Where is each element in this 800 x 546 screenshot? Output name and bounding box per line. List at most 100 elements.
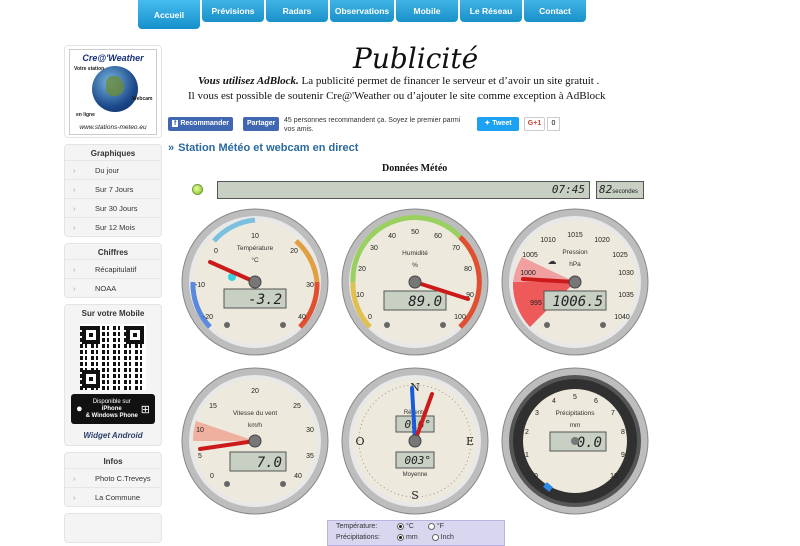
- logo-title: Cre@'Weather: [82, 53, 144, 63]
- radio-inch[interactable]: [431, 533, 439, 541]
- tweet-button[interactable]: ✦ Tweet: [477, 117, 519, 131]
- seconds-unit: secondes: [612, 189, 638, 195]
- store-line4: Windows Phone: [91, 412, 138, 419]
- press-tick: 1010: [540, 237, 556, 244]
- press-tick: 1025: [612, 252, 628, 259]
- sidebar-item-photo[interactable]: Photo C.Treveys: [65, 468, 161, 488]
- wind-tick: 0: [210, 473, 214, 480]
- compass-e: E: [466, 435, 474, 448]
- apple-icon: ●: [76, 403, 83, 415]
- sidebar-item-12-mois[interactable]: Sur 12 Mois: [65, 217, 161, 237]
- sidebar-item-30-jours[interactable]: Sur 30 Jours: [65, 198, 161, 218]
- temp-tick: 40: [298, 314, 306, 321]
- tab-accueil[interactable]: Accueil: [138, 0, 200, 29]
- precip-tick: 3: [535, 410, 539, 417]
- unit-precip-mm[interactable]: mm: [397, 532, 418, 543]
- precip-unit: mm: [570, 422, 581, 429]
- tab-radars[interactable]: Radars: [266, 0, 328, 22]
- tab-mobile[interactable]: Mobile: [396, 0, 458, 22]
- gauge-pression-svg: 995 1000 1005 1010 1015 1020 1025 1030 1…: [501, 208, 649, 356]
- press-tick: 1030: [618, 270, 634, 277]
- tab-previsions[interactable]: Prévisions: [202, 0, 264, 22]
- press-value: 1006.5: [552, 294, 603, 310]
- wind-tick: 40: [294, 473, 302, 480]
- ad-line1-rest: La publicité permet de financer le serve…: [298, 75, 600, 87]
- unit-temp-row: Température: °C °F: [328, 521, 504, 532]
- radio-mm[interactable]: [397, 533, 404, 541]
- compass-s: S: [411, 489, 419, 502]
- seconds-display: 82secondes: [596, 181, 644, 199]
- wind-unit: km/h: [248, 422, 262, 429]
- dir-value-bottom: 003°: [405, 454, 432, 467]
- tab-le-reseau[interactable]: Le Réseau: [460, 0, 522, 22]
- precip-tick: 8: [621, 429, 625, 436]
- temp-tick: 0: [214, 248, 218, 255]
- unit-precip-inch[interactable]: Inch: [431, 532, 454, 543]
- store-line3: &: [85, 412, 90, 419]
- precip-tick: 4: [552, 398, 556, 405]
- qr-code: [80, 324, 146, 390]
- widget-android-link[interactable]: Widget Android: [65, 428, 161, 445]
- radio-fahrenheit[interactable]: [427, 522, 435, 530]
- hum-tick: 60: [434, 233, 442, 240]
- fb-social-text: 45 personnes recommandent ça. Soyez le p…: [284, 117, 461, 133]
- radio-celsius[interactable]: [397, 522, 404, 530]
- section-title: Station Météo et webcam en direct: [168, 142, 358, 154]
- sidebar-item-commune[interactable]: La Commune: [65, 487, 161, 507]
- gauge-pression: 995 1000 1005 1010 1015 1020 1025 1030 1…: [500, 207, 650, 357]
- press-tick: 1005: [522, 252, 538, 259]
- gauge-precip-svg: 0 1 2 3 4 5 6 7 8 9 10 Précipitations mm…: [501, 367, 649, 515]
- wind-tick: 10: [196, 427, 204, 434]
- logo[interactable]: Cre@'Weather Votre station Webcam en lig…: [69, 49, 157, 135]
- store-line2: iPhone: [101, 405, 122, 412]
- fb-recommend-label: Recommander: [180, 120, 229, 127]
- mobile-title: Sur votre Mobile: [81, 309, 145, 318]
- precip-tick: 5: [573, 394, 577, 401]
- graphiques-box: Graphiques Du jour Sur 7 Jours Sur 30 Jo…: [64, 144, 162, 237]
- hum-tick: 0: [368, 314, 372, 321]
- temp-tick: 10: [251, 233, 259, 240]
- app-store-badge[interactable]: ● Disponible sur iPhone & Windows Phone …: [71, 394, 155, 424]
- sidebar-item-recapitulatif[interactable]: Récapitulatif: [65, 259, 161, 279]
- top-nav: Accueil Prévisions Radars Observations M…: [138, 0, 586, 29]
- precip-tick: 0: [534, 473, 538, 480]
- hum-value: 89.0: [408, 294, 442, 310]
- press-tick: 1040: [614, 314, 630, 321]
- wind-tick: 35: [306, 453, 314, 460]
- chiffres-box: Chiffres Récapitulatif NOAA: [64, 243, 162, 298]
- tab-observations[interactable]: Observations: [330, 0, 394, 22]
- gauge-direction-svg: N E S O Récente 016° 003° Moyenne: [341, 367, 489, 515]
- unit-fahrenheit-label: °F: [436, 523, 444, 530]
- precip-tick: 6: [594, 398, 598, 405]
- hum-tick: 20: [358, 266, 366, 273]
- wind-tick: 30: [306, 427, 314, 434]
- empty-box: [64, 513, 162, 543]
- hum-unit: %: [412, 262, 418, 269]
- logo-webcam-label: Webcam: [132, 96, 153, 102]
- compass-o: O: [355, 435, 364, 448]
- logo-url: www.stations-meteo.eu: [79, 124, 147, 131]
- sidebar-item-7-jours[interactable]: Sur 7 Jours: [65, 179, 161, 199]
- gauge-vent-svg: 0 5 10 15 20 25 30 35 40 Vitesse du vent…: [181, 367, 329, 515]
- unit-celsius-label: °C: [406, 523, 414, 530]
- sidebar-item-noaa[interactable]: NOAA: [65, 278, 161, 298]
- fb-share-button[interactable]: Partager: [243, 117, 280, 131]
- sidebar-item-du-jour[interactable]: Du jour: [65, 160, 161, 180]
- gplus-button[interactable]: G+1: [524, 117, 545, 131]
- fb-recommend-button[interactable]: f Recommander: [168, 117, 233, 131]
- unit-precip-row: Précipitations: mm Inch: [328, 532, 504, 543]
- temp-tick: 30: [306, 282, 314, 289]
- seconds-value: 82: [599, 183, 613, 196]
- hum-tick: 100: [454, 314, 466, 321]
- temp-tick: 20: [290, 248, 298, 255]
- tab-contact[interactable]: Contact: [524, 0, 586, 22]
- gauge-humidite: 0 10 20 30 40 50 60 70 80 90 100 Humidit…: [340, 207, 490, 357]
- unit-temp-celsius[interactable]: °C: [397, 521, 414, 532]
- graphiques-title: Graphiques: [90, 149, 136, 158]
- wind-label: Vitesse du vent: [233, 410, 278, 417]
- unit-selector: Température: °C °F Précipitations: mm In…: [327, 520, 505, 546]
- unit-temp-fahrenheit[interactable]: °F: [427, 521, 444, 532]
- page: Accueil Prévisions Radars Observations M…: [0, 0, 800, 546]
- precip-tick: 7: [611, 410, 615, 417]
- logo-box[interactable]: Cre@'Weather Votre station Webcam en lig…: [64, 45, 162, 138]
